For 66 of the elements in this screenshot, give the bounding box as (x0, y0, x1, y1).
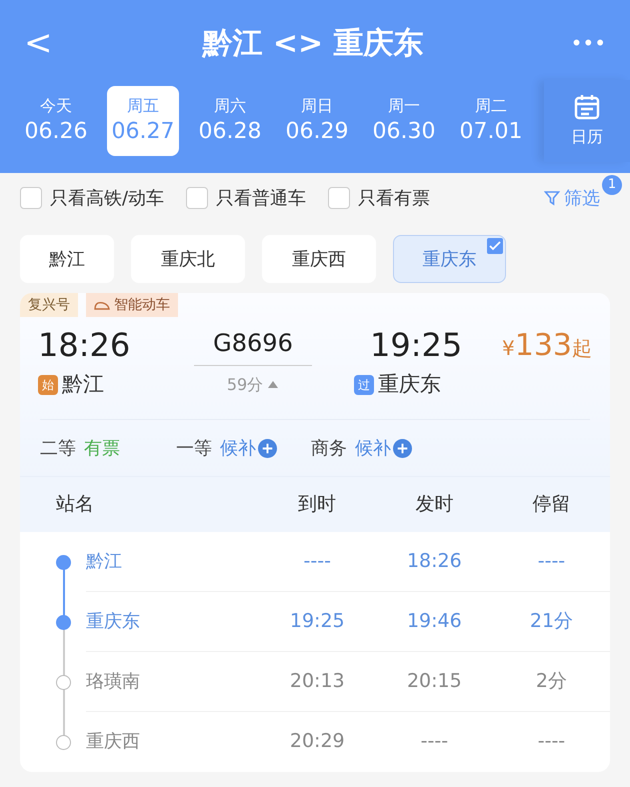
date-tab[interactable]: 今天 06.26 (20, 86, 92, 156)
price: ¥133起 (502, 326, 592, 364)
station-chip[interactable]: 重庆北 (131, 235, 245, 283)
calendar-button[interactable]: 日历 (544, 80, 630, 162)
station-chip[interactable]: 重庆西 (262, 235, 376, 283)
column-header: 发时 (414, 492, 454, 517)
table-cell-text: 19:46 (406, 609, 463, 634)
seat-class: 商务 (311, 437, 347, 461)
table-cell-text: ---- (420, 729, 450, 754)
to-station: 重庆东 (378, 371, 441, 398)
train-tag: 智能动车 (86, 293, 178, 317)
station-name: 珞璜南 (85, 670, 141, 694)
column-header: 站名 (55, 492, 95, 517)
date-tab[interactable]: 周六 06.28 (194, 86, 266, 156)
checkbox[interactable] (328, 187, 350, 209)
calendar-icon (573, 93, 601, 121)
table-cell-text: 20:13 (288, 669, 346, 694)
origin-badge: 始 (38, 374, 58, 395)
page-title: 黔江 <> 重庆东 (200, 24, 425, 62)
filter-label: 只看有票 (358, 186, 430, 210)
train-tag: 复兴号 (20, 293, 78, 317)
more-button[interactable]: ••• (562, 28, 606, 58)
date-tab[interactable]: 周五 06.27 (107, 86, 179, 156)
checkbox[interactable] (186, 187, 208, 209)
table-cell-text: 21分 (528, 609, 574, 634)
arrive-time: 19:25 (370, 325, 462, 366)
table-cell-text: ---- (536, 549, 566, 574)
back-button[interactable]: < (24, 18, 64, 68)
station-name: 重庆东 (85, 610, 141, 634)
count-badge: 1 (602, 175, 622, 195)
table-cell-text: 2分 (534, 669, 568, 694)
column-header: 到时 (297, 492, 338, 517)
filter-button[interactable]: 筛选 (544, 184, 600, 212)
ticket-status: 候补 (355, 437, 391, 461)
table-cell-text: ---- (302, 549, 332, 574)
date-tab[interactable]: 周日 06.29 (281, 86, 353, 156)
depart-time: 18:26 (38, 325, 132, 366)
seat-class: 一等 (176, 437, 212, 461)
column-header: 停留 (531, 492, 572, 517)
table-cell-text: 20:15 (406, 669, 463, 694)
date-tab[interactable]: 周二 07.01 (455, 86, 527, 156)
caret-up-icon[interactable] (267, 380, 280, 390)
filter-label: 只看高铁/动车 (50, 186, 164, 210)
station-name: 黔江 (85, 550, 123, 574)
seat-class: 二等 (40, 437, 76, 461)
train-icon (94, 300, 110, 310)
check-icon (487, 238, 503, 254)
pass-badge: 过 (354, 374, 374, 395)
duration: 59分 (226, 374, 264, 396)
table-cell-text: 19:25 (288, 609, 346, 634)
station-chip[interactable]: 重庆东 (393, 235, 506, 283)
station-chip[interactable]: 黔江 (20, 235, 114, 283)
funnel-icon (544, 190, 560, 206)
from-station: 黔江 (62, 371, 104, 398)
table-cell-text: ---- (536, 729, 566, 754)
date-tab[interactable]: 周一 06.30 (368, 86, 440, 156)
table-cell-text: 18:26 (406, 549, 463, 574)
checkbox[interactable] (20, 187, 42, 209)
ticket-status: 有票 (84, 437, 120, 461)
table-cell-text: 20:29 (288, 729, 346, 754)
train-number: G8696 (194, 324, 312, 366)
ticket-status: 候补 (220, 437, 256, 461)
station-name: 重庆西 (85, 730, 141, 754)
plus-icon[interactable] (393, 439, 412, 458)
filter-label: 只看普通车 (216, 186, 306, 210)
plus-icon[interactable] (258, 439, 277, 458)
